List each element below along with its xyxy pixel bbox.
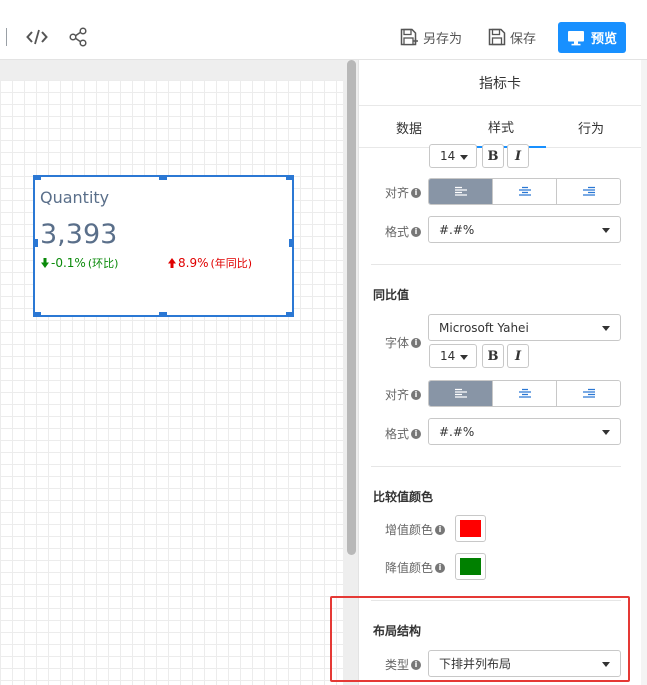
divider bbox=[371, 466, 621, 467]
align-left-icon bbox=[454, 388, 467, 398]
toolbar: 另存为 保存 预览 bbox=[0, 0, 647, 60]
decrease-color-swatch[interactable] bbox=[455, 553, 486, 580]
card-title: Quantity bbox=[40, 188, 110, 207]
increase-color-label: 增值颜色 i bbox=[385, 521, 446, 538]
compare-format-label: 格式 i bbox=[385, 425, 422, 442]
properties-panel: 指标卡 数据 样式 行为 14 B I 对齐 i 格式 i #.#% 同比值 字体 i… bbox=[358, 60, 641, 685]
layout-section-title: 布局结构 bbox=[373, 624, 422, 638]
tab-style[interactable]: 样式 bbox=[456, 106, 546, 148]
tab-data[interactable]: 数据 bbox=[364, 106, 454, 148]
color-section-title: 比较值颜色 bbox=[373, 490, 434, 504]
align-left-button[interactable] bbox=[429, 179, 493, 204]
arrow-up-icon bbox=[168, 258, 176, 268]
chevron-down-icon bbox=[602, 326, 610, 331]
design-canvas-area: Quantity 3,393 -0.1% (环比) 8.9% (年同比) bbox=[0, 60, 358, 685]
save-as-icon bbox=[400, 28, 418, 46]
design-canvas[interactable]: Quantity 3,393 -0.1% (环比) 8.9% (年同比) bbox=[0, 80, 343, 685]
panel-tabs: 数据 样式 行为 bbox=[359, 106, 641, 148]
divider bbox=[371, 600, 621, 601]
resize-handle-bottom-left[interactable] bbox=[33, 312, 41, 317]
mom-value: -0.1% bbox=[51, 256, 86, 270]
compare-align-label: 对齐 i bbox=[385, 386, 422, 403]
monitor-icon bbox=[567, 30, 584, 45]
resize-handle-top[interactable] bbox=[159, 175, 167, 180]
info-icon[interactable]: i bbox=[411, 428, 422, 439]
info-icon[interactable]: i bbox=[435, 562, 446, 573]
card-value: 3,393 bbox=[40, 219, 118, 250]
align-right-icon bbox=[582, 186, 595, 196]
decrease-color-label: 降值颜色 i bbox=[385, 559, 446, 576]
chevron-down-icon bbox=[602, 228, 610, 233]
mom-comparison: -0.1% (环比) bbox=[41, 255, 118, 271]
decrease-color-fill bbox=[460, 558, 481, 575]
format-label: 格式 i bbox=[385, 223, 422, 240]
compare-align-right-button[interactable] bbox=[557, 381, 620, 406]
font-size-select[interactable]: 14 bbox=[429, 144, 477, 168]
save-label: 保存 bbox=[510, 31, 537, 47]
font-label: 字体 i bbox=[385, 334, 422, 351]
resize-handle-right[interactable] bbox=[289, 239, 294, 247]
save-icon bbox=[488, 28, 506, 46]
panel-scrollbar[interactable] bbox=[641, 60, 647, 685]
bold-button[interactable]: B bbox=[482, 144, 504, 168]
resize-handle-bottom[interactable] bbox=[159, 312, 167, 317]
chevron-down-icon bbox=[460, 155, 468, 160]
align-right-button[interactable] bbox=[557, 179, 620, 204]
align-right-icon bbox=[582, 388, 595, 398]
resize-handle-bottom-right[interactable] bbox=[286, 312, 294, 317]
align-left-icon bbox=[454, 186, 467, 196]
arrow-down-icon bbox=[41, 258, 49, 268]
resize-handle-top-right[interactable] bbox=[286, 175, 294, 180]
preview-label: 预览 bbox=[590, 32, 617, 47]
save-button[interactable]: 保存 bbox=[488, 26, 536, 48]
align-group bbox=[428, 178, 621, 205]
chevron-down-icon bbox=[460, 355, 468, 360]
align-center-icon bbox=[518, 388, 531, 398]
italic-button[interactable]: I bbox=[507, 144, 529, 168]
layout-type-select[interactable]: 下排并列布局 bbox=[428, 650, 621, 677]
resize-handle-top-left[interactable] bbox=[33, 175, 41, 180]
format-select[interactable]: #.#% bbox=[428, 216, 621, 243]
align-center-button[interactable] bbox=[493, 179, 557, 204]
info-icon[interactable]: i bbox=[435, 524, 446, 535]
indicator-card-widget[interactable]: Quantity 3,393 -0.1% (环比) 8.9% (年同比) bbox=[33, 175, 294, 317]
compare-align-group bbox=[428, 380, 621, 407]
chevron-down-icon bbox=[602, 662, 610, 667]
yoy-comparison: 8.9% (年同比) bbox=[168, 255, 252, 271]
yoy-suffix: (年同比) bbox=[210, 257, 253, 270]
canvas-scrollbar[interactable] bbox=[347, 60, 356, 555]
yoy-value: 8.9% bbox=[178, 256, 209, 270]
save-as-button[interactable]: 另存为 bbox=[400, 26, 462, 48]
layout-type-label: 类型 i bbox=[385, 656, 422, 673]
increase-color-fill bbox=[460, 520, 481, 537]
share-icon[interactable] bbox=[66, 26, 90, 48]
compare-italic-button[interactable]: I bbox=[507, 344, 529, 368]
info-icon[interactable]: i bbox=[411, 389, 422, 400]
save-as-label: 另存为 bbox=[423, 31, 463, 47]
divider bbox=[371, 264, 621, 265]
info-icon[interactable]: i bbox=[411, 226, 422, 237]
compare-bold-button[interactable]: B bbox=[482, 344, 504, 368]
increase-color-swatch[interactable] bbox=[455, 515, 486, 542]
compare-font-size-select[interactable]: 14 bbox=[429, 344, 477, 368]
mom-suffix: (环比) bbox=[87, 257, 119, 270]
compare-section-title: 同比值 bbox=[373, 288, 410, 302]
align-center-icon bbox=[518, 186, 531, 196]
compare-format-select[interactable]: #.#% bbox=[428, 418, 621, 445]
info-icon[interactable]: i bbox=[411, 659, 422, 670]
preview-button[interactable]: 预览 bbox=[558, 22, 626, 53]
panel-title: 指标卡 bbox=[359, 60, 641, 106]
compare-align-left-button[interactable] bbox=[429, 381, 493, 406]
code-icon[interactable] bbox=[25, 26, 49, 48]
resize-handle-left[interactable] bbox=[33, 239, 38, 247]
chevron-down-icon bbox=[602, 430, 610, 435]
info-icon[interactable]: i bbox=[411, 337, 422, 348]
align-label: 对齐 i bbox=[385, 184, 422, 201]
info-icon[interactable]: i bbox=[411, 187, 422, 198]
compare-align-center-button[interactable] bbox=[493, 381, 557, 406]
tab-behavior[interactable]: 行为 bbox=[546, 106, 636, 148]
toolbar-divider bbox=[6, 28, 7, 46]
font-family-select[interactable]: Microsoft Yahei bbox=[428, 314, 621, 341]
